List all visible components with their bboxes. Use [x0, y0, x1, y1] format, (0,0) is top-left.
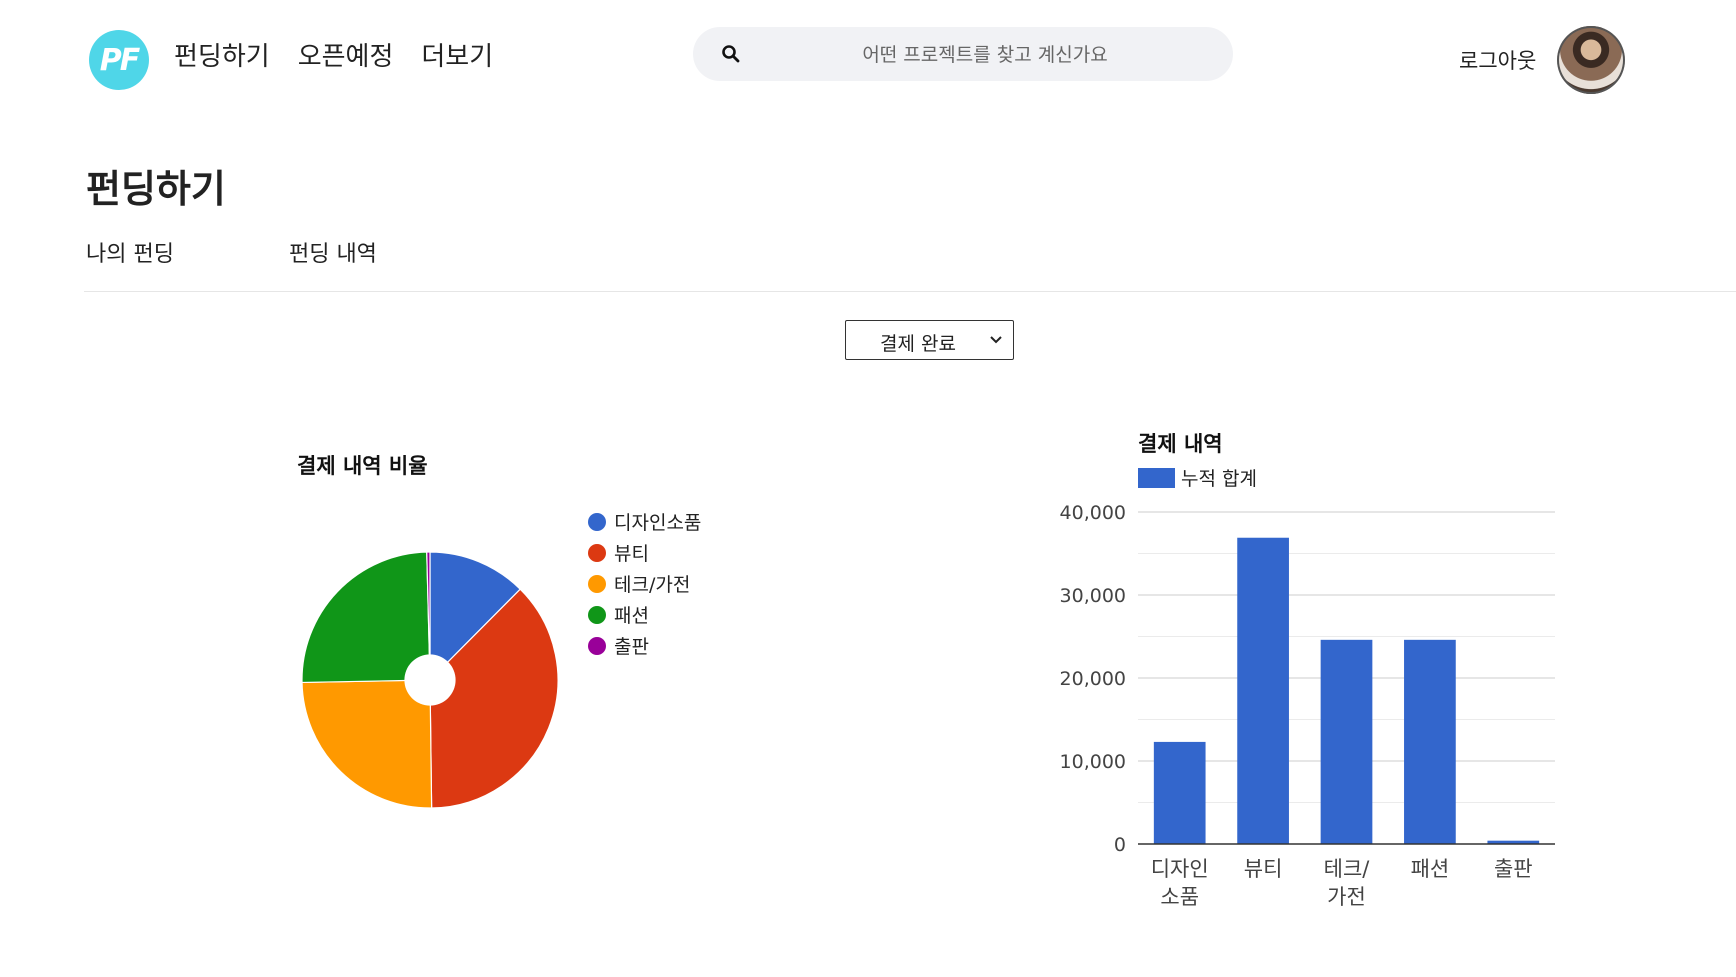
- search-bar: [693, 27, 1233, 83]
- y-tick-label: 30,000: [1060, 585, 1126, 607]
- bar-legend-swatch: [1138, 467, 1175, 488]
- pie-hole: [404, 654, 456, 706]
- y-tick-label: 10,000: [1060, 751, 1126, 773]
- x-tick-label: 출판: [1494, 857, 1533, 881]
- pie-legend-item[interactable]: 출판: [588, 630, 701, 661]
- pie-chart: [301, 551, 559, 809]
- x-tick-label: 테크/: [1324, 857, 1371, 881]
- bar-chart: 0 10,000 20,000 30,000 40,000 디자인소품 뷰티 테크/가전 패션 출…: [1060, 502, 1555, 909]
- payment-status-select[interactable]: 결제 완료: [845, 320, 1014, 360]
- page-title: 펀딩하기: [86, 167, 226, 211]
- pie-legend-label: 패션: [614, 605, 649, 627]
- pie-chart-title: 결제 내역 비율: [297, 454, 428, 478]
- x-tick-label: 디자인: [1151, 857, 1209, 881]
- pie-legend-label: 뷰티: [614, 543, 649, 565]
- nav-coming-soon[interactable]: 오픈예정: [298, 36, 394, 73]
- header: PF 펀딩하기 오픈예정 더보기 로그아웃: [0, 0, 1736, 120]
- nav-funding[interactable]: 펀딩하기: [174, 36, 270, 73]
- x-tick-label: 뷰티: [1244, 857, 1283, 881]
- tab-funding-history[interactable]: 펀딩 내역: [289, 236, 377, 268]
- pie-legend-item[interactable]: 뷰티: [588, 537, 701, 568]
- y-tick-label: 20,000: [1060, 668, 1126, 690]
- pie-legend-item[interactable]: 패션: [588, 599, 701, 630]
- pie-legend-label: 디자인소품: [614, 512, 702, 534]
- pie-legend-item[interactable]: 테크/가전: [588, 568, 701, 599]
- bar[interactable]: [1404, 639, 1456, 844]
- pie-legend-label: 출판: [614, 636, 649, 658]
- bar[interactable]: [1320, 639, 1373, 844]
- logout-link[interactable]: 로그아웃: [1459, 45, 1536, 75]
- pie-legend-swatch: [588, 605, 606, 624]
- pie-slice[interactable]: [301, 551, 431, 684]
- search-input[interactable]: [763, 27, 1207, 83]
- logo-text: PF: [99, 42, 141, 78]
- payment-status-value: 결제 완료: [880, 333, 956, 355]
- bar-chart-title: 결제 내역: [1138, 432, 1223, 456]
- logo[interactable]: PF: [89, 30, 149, 90]
- x-tick-label: 소품: [1160, 885, 1199, 909]
- x-tick-label: 가전: [1327, 885, 1366, 909]
- bar[interactable]: [1237, 537, 1289, 844]
- bar[interactable]: [1153, 741, 1206, 844]
- pie-legend-swatch: [588, 574, 606, 593]
- pie-legend: 디자인소품뷰티테크/가전패션출판: [588, 506, 701, 661]
- pie-legend-item[interactable]: 디자인소품: [588, 506, 701, 537]
- bar-legend-label: 누적 합계: [1181, 468, 1257, 490]
- pie-legend-label: 테크/가전: [614, 574, 691, 596]
- y-tick-label: 40,000: [1060, 502, 1126, 524]
- pie-legend-swatch: [588, 543, 606, 562]
- avatar[interactable]: [1557, 26, 1625, 94]
- x-tick-label: 패션: [1411, 857, 1450, 881]
- pie-legend-swatch: [588, 636, 606, 655]
- sub-tabs: 나의 펀딩 펀딩 내역: [86, 236, 492, 268]
- pie-legend-swatch: [588, 512, 606, 531]
- bar-legend: 누적 합계: [1138, 464, 1257, 491]
- tab-my-funding[interactable]: 나의 펀딩: [86, 236, 174, 268]
- main-nav: 펀딩하기 오픈예정 더보기: [174, 36, 493, 73]
- chevron-down-icon: [990, 336, 1002, 344]
- divider: [84, 291, 1736, 292]
- page: PF 펀딩하기 오픈예정 더보기 로그아웃 펀딩하기 나의 펀딩 펀딩 내역 결…: [0, 0, 1736, 977]
- nav-more[interactable]: 더보기: [421, 36, 493, 73]
- pie-slice[interactable]: [301, 679, 433, 809]
- search-icon[interactable]: [721, 44, 741, 64]
- y-tick-label: 0: [1114, 834, 1126, 856]
